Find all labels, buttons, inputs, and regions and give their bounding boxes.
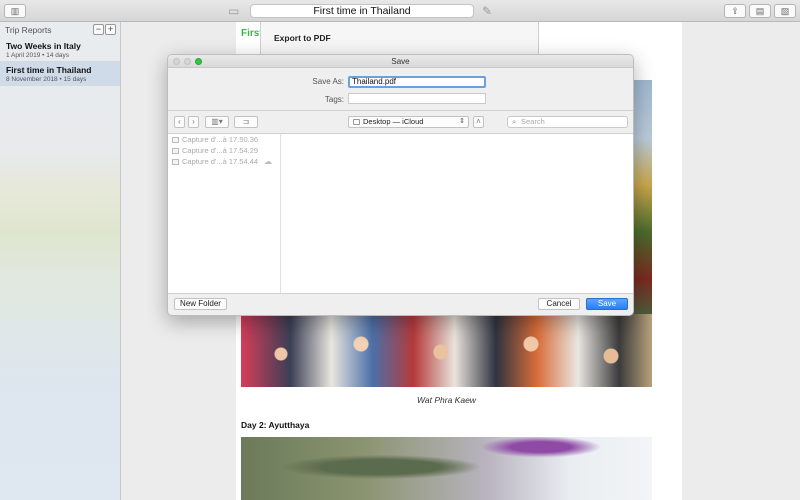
crowd-photo	[241, 314, 652, 387]
zoom-window-button[interactable]	[195, 58, 202, 65]
chevron-up-icon: ˄	[476, 117, 481, 126]
sidebar-item-meta: 8 November 2018 • 15 days	[6, 76, 87, 83]
dialog-navbar: ‹ › ▥▾ ⊐ Desktop — iCloud ⇕ ˄ ⌕ Search	[168, 111, 633, 133]
photo-caption: Wat Phra Kaew	[417, 395, 476, 405]
section-heading: Day 2: Ayutthaya	[241, 420, 310, 430]
sidebar-item-name: Two Weeks in Italy	[6, 41, 81, 51]
ayutthaya-photo	[241, 437, 652, 500]
image-file-icon	[172, 137, 179, 144]
dialog-titlebar: Save	[168, 55, 633, 68]
save-as-field[interactable]: Thailand.pdf	[348, 76, 486, 88]
sidebar-item-italy[interactable]: Two Weeks in Italy 1 April 2019 • 14 day…	[0, 38, 120, 62]
toggle-inspector-button[interactable]: ▧	[774, 4, 796, 18]
document-title-field[interactable]: First time in Thailand	[250, 4, 474, 18]
inspector-icon: ▧	[780, 5, 790, 16]
page-layout-button[interactable]: ▤	[749, 4, 771, 18]
cloud-icon: ☁	[264, 157, 272, 166]
image-icon[interactable]: ▭	[228, 4, 239, 18]
forward-button[interactable]: ›	[188, 116, 199, 128]
search-placeholder: Search	[521, 117, 545, 126]
file-item[interactable]: Capture d'...à 17.54.44 ☁	[168, 157, 280, 167]
edit-pencil-icon[interactable]: ✎	[482, 4, 492, 18]
chevron-left-icon: ‹	[178, 117, 181, 126]
back-button[interactable]: ‹	[174, 116, 185, 128]
save-dialog: Save Save As: Thailand.pdf Tags: ‹ › ▥▾ …	[167, 54, 634, 316]
tags-label: Tags:	[324, 95, 344, 104]
search-icon: ⌕	[512, 117, 517, 126]
dialog-title: Save	[391, 57, 410, 66]
folder-icon: ⊐	[242, 117, 250, 126]
file-browser: Capture d'...à 17.50.36 Capture d'...à 1…	[168, 133, 633, 294]
save-as-label: Save As:	[312, 77, 344, 86]
sidebar: Trip Reports − + Two Weeks in Italy 1 Ap…	[0, 22, 121, 500]
new-folder-button[interactable]: New Folder	[174, 298, 227, 310]
minimize-window-button[interactable]	[184, 58, 191, 65]
file-item[interactable]: Capture d'...à 17.50.36	[168, 135, 280, 145]
image-file-icon	[172, 148, 179, 155]
sidebar-item-meta: 1 April 2019 • 14 days	[6, 52, 69, 59]
sidebar-icon: ▥	[10, 5, 20, 16]
sidebar-item-thailand[interactable]: First time in Thailand 8 November 2018 •…	[0, 62, 120, 86]
toggle-sidebar-button[interactable]: ▥	[4, 4, 26, 18]
export-sheet-title: Export to PDF	[274, 33, 331, 43]
columns-icon: ▥▾	[211, 117, 223, 126]
collapse-button[interactable]: ˄	[473, 116, 484, 128]
add-report-button[interactable]: +	[105, 24, 116, 35]
share-icon: ⇪	[731, 5, 739, 16]
file-item[interactable]: Capture d'...à 17.54.29	[168, 146, 280, 156]
save-button[interactable]: Save	[586, 298, 628, 310]
view-options-button[interactable]: ▥▾	[205, 116, 229, 128]
cancel-button[interactable]: Cancel	[538, 298, 580, 310]
sidebar-item-name: First time in Thailand	[6, 65, 92, 75]
file-column: Capture d'...à 17.50.36 Capture d'...à 1…	[168, 134, 281, 293]
tags-field[interactable]	[348, 93, 486, 104]
sidebar-header: Trip Reports − +	[0, 22, 120, 38]
window-titlebar: ▥ ▭ First time in Thailand ✎ ⇪ ▤ ▧	[0, 0, 800, 22]
share-button[interactable]: ⇪	[724, 4, 746, 18]
image-file-icon	[172, 159, 179, 166]
chevron-right-icon: ›	[192, 117, 195, 126]
close-window-button[interactable]	[173, 58, 180, 65]
new-folder-icon-button[interactable]: ⊐	[234, 116, 258, 128]
sidebar-title: Trip Reports	[5, 25, 52, 35]
location-label: Desktop — iCloud	[363, 117, 424, 126]
file-name: Capture d'...à 17.50.36	[182, 135, 259, 144]
folder-icon	[353, 119, 360, 125]
file-name: Capture d'...à 17.54.44	[182, 157, 259, 166]
page-icon: ▤	[755, 5, 765, 16]
updown-chevron-icon: ⇕	[459, 118, 465, 125]
remove-report-button[interactable]: −	[93, 24, 104, 35]
location-select[interactable]: Desktop — iCloud ⇕	[348, 116, 469, 128]
search-field[interactable]: ⌕ Search	[507, 116, 628, 128]
temple-photo	[632, 80, 652, 314]
file-name: Capture d'...à 17.54.29	[182, 146, 259, 155]
